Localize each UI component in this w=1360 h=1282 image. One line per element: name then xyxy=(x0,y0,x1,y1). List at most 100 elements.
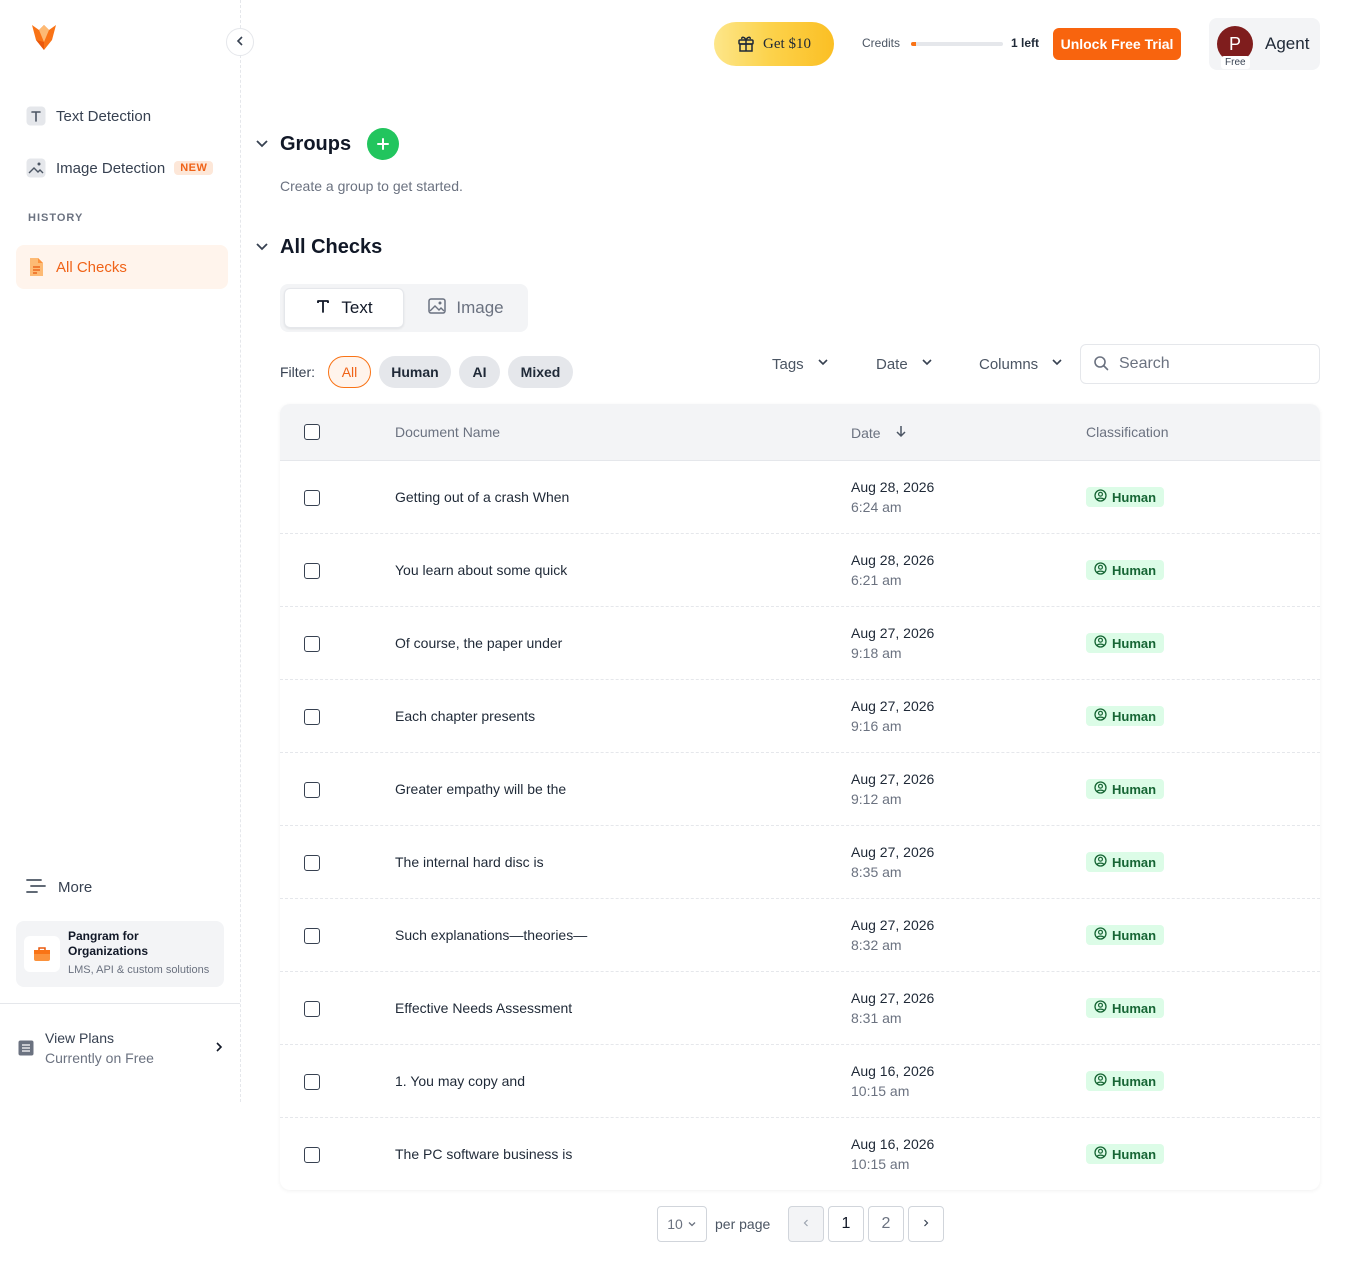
document-name: Such explanations—theories— xyxy=(395,927,588,943)
date-dropdown[interactable]: Date xyxy=(876,354,934,374)
row-checkbox[interactable] xyxy=(304,636,320,652)
groups-header: Groups xyxy=(254,128,400,160)
row-checkbox[interactable] xyxy=(304,1001,320,1017)
chevron-down-icon[interactable] xyxy=(254,135,270,154)
table-row[interactable]: You learn about some quick Aug 28, 2026 6:… xyxy=(280,534,1320,607)
column-header-date[interactable]: Date xyxy=(851,424,907,441)
table-header: Document Name Date Classification xyxy=(280,404,1320,461)
credits-left: 1 left xyxy=(1011,36,1040,50)
check-date: Aug 28, 2026 xyxy=(851,552,935,568)
credits-progress-fill xyxy=(911,42,916,46)
pangram-logo[interactable] xyxy=(30,22,58,52)
column-label: Date xyxy=(851,424,881,441)
credits-progress xyxy=(911,42,1003,46)
page-2-button[interactable]: 2 xyxy=(868,1206,904,1242)
new-badge: NEW xyxy=(174,161,214,175)
classification-label: Human xyxy=(1112,708,1157,724)
person-icon xyxy=(1094,708,1107,724)
dropdown-label: Columns xyxy=(979,355,1039,373)
chevron-down-icon xyxy=(920,355,934,373)
check-date: Aug 27, 2026 xyxy=(851,771,935,787)
search-input[interactable] xyxy=(1119,355,1309,373)
briefcase-icon xyxy=(24,936,60,972)
referral-promo-button[interactable]: Get $10 xyxy=(714,22,834,66)
document-name: Effective Needs Assessment xyxy=(395,1000,573,1016)
classification-label: Human xyxy=(1112,562,1157,578)
row-checkbox[interactable] xyxy=(304,855,320,871)
classification-badge: Human xyxy=(1086,925,1165,945)
table-row[interactable]: The internal hard disc is Aug 27, 2026 8:3… xyxy=(280,826,1320,899)
row-checkbox[interactable] xyxy=(304,782,320,798)
check-time: 10:15 am xyxy=(851,1156,910,1172)
tab-label: Image xyxy=(456,298,504,317)
sidebar-item-text-detection[interactable]: Text Detection xyxy=(16,94,228,138)
text-t-icon xyxy=(315,298,331,319)
row-checkbox[interactable] xyxy=(304,490,320,506)
view-plans-button[interactable]: View Plans Currently on Free xyxy=(18,1026,228,1070)
tab-label: Text xyxy=(341,298,373,317)
plans-icon xyxy=(18,1040,34,1059)
more-menu[interactable]: More xyxy=(26,878,92,897)
previous-page-button[interactable] xyxy=(788,1206,824,1242)
row-checkbox[interactable] xyxy=(304,1074,320,1090)
chevron-down-icon xyxy=(1050,355,1064,373)
document-icon xyxy=(26,257,46,277)
tab-image[interactable]: Image xyxy=(408,288,524,328)
text-t-icon xyxy=(26,106,46,126)
unlock-free-trial-button[interactable]: Unlock Free Trial xyxy=(1053,28,1181,60)
sidebar-item-label: All Checks xyxy=(56,258,127,276)
all-checks-title: All Checks xyxy=(280,236,383,258)
columns-dropdown[interactable]: Columns xyxy=(979,354,1064,374)
per-page-select[interactable]: 10 xyxy=(657,1206,707,1242)
history-heading: HISTORY xyxy=(28,212,84,224)
profile-menu[interactable]: P Free Agent xyxy=(1209,18,1320,70)
add-group-button[interactable] xyxy=(367,128,400,160)
groups-title: Groups xyxy=(280,132,352,155)
row-checkbox[interactable] xyxy=(304,563,320,579)
classification-badge: Human xyxy=(1086,560,1165,580)
row-checkbox[interactable] xyxy=(304,928,320,944)
check-time: 9:16 am xyxy=(851,718,902,734)
sidebar-item-image-detection[interactable]: Image Detection NEW xyxy=(16,146,228,190)
org-subtitle: LMS, API & custom solutions xyxy=(68,964,210,976)
table-row[interactable]: Of course, the paper under Aug 27, 2026 9:… xyxy=(280,607,1320,680)
chevron-down-icon[interactable] xyxy=(254,238,270,257)
plus-icon xyxy=(377,138,390,150)
sort-descending-icon xyxy=(895,424,907,441)
tab-text[interactable]: Text xyxy=(284,288,404,328)
sidebar-item-all-checks[interactable]: All Checks xyxy=(16,245,228,289)
table-row[interactable]: Greater empathy will be the Aug 27, 2026 9… xyxy=(280,753,1320,826)
classification-label: Human xyxy=(1112,1073,1157,1089)
filter-all[interactable]: All xyxy=(328,356,371,388)
table-row[interactable]: Each chapter presents Aug 27, 2026 9:16 am… xyxy=(280,680,1320,753)
classification-label: Human xyxy=(1112,635,1157,651)
organizations-card[interactable]: Pangram for Organizations LMS, API & cus… xyxy=(16,921,224,987)
table-row[interactable]: Effective Needs Assessment Aug 27, 2026 8:… xyxy=(280,972,1320,1045)
tags-dropdown[interactable]: Tags xyxy=(772,354,830,374)
table-row[interactable]: The PC software business is Aug 16, 2026 1… xyxy=(280,1118,1320,1191)
select-all-checkbox[interactable] xyxy=(304,424,320,440)
check-date: Aug 28, 2026 xyxy=(851,479,935,495)
filter-human[interactable]: Human xyxy=(379,356,451,388)
filter-ai[interactable]: AI xyxy=(459,356,500,388)
sidebar-item-label: Image Detection xyxy=(56,159,166,177)
row-checkbox[interactable] xyxy=(304,709,320,725)
check-date: Aug 16, 2026 xyxy=(851,1063,935,1079)
column-header-classification[interactable]: Classification xyxy=(1086,424,1168,440)
column-header-name[interactable]: Document Name xyxy=(395,424,500,440)
org-title: Pangram for Organizations xyxy=(68,929,149,958)
filter-mixed[interactable]: Mixed xyxy=(508,356,573,388)
classification-badge: Human xyxy=(1086,633,1165,653)
table-row[interactable]: Such explanations—theories— Aug 27, 2026 8… xyxy=(280,899,1320,972)
more-label: More xyxy=(58,879,93,896)
classification-badge: Human xyxy=(1086,779,1165,799)
row-checkbox[interactable] xyxy=(304,1147,320,1163)
collapse-sidebar-button[interactable] xyxy=(226,28,254,56)
next-page-button[interactable] xyxy=(908,1206,944,1242)
table-row[interactable]: 1. You may copy and Aug 16, 2026 10:15 am H… xyxy=(280,1045,1320,1118)
table-row[interactable]: Getting out of a crash When Aug 28, 2026 6… xyxy=(280,461,1320,534)
sidebar-item-label: Text Detection xyxy=(56,107,152,125)
person-icon xyxy=(1094,1073,1107,1089)
chevron-left-icon xyxy=(235,34,245,50)
page-1-button[interactable]: 1 xyxy=(828,1206,864,1242)
